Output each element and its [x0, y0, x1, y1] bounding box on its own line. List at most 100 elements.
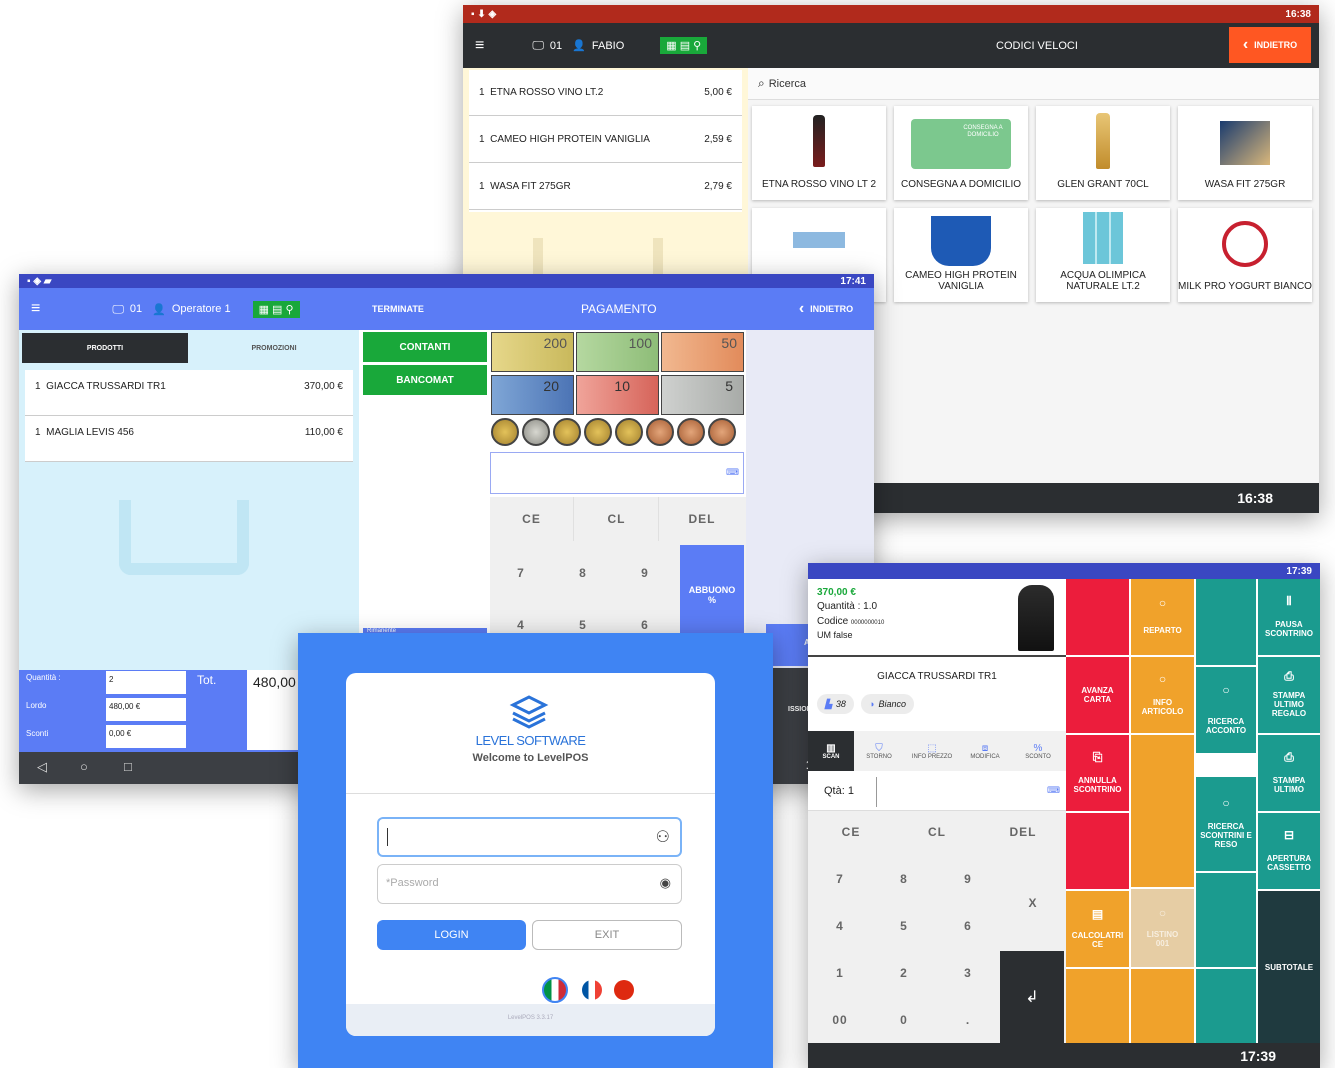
search-bar[interactable]: ⌕ Ricerca: [748, 68, 1319, 100]
sync-icons[interactable]: ▦ ▤ ⚲: [660, 37, 708, 54]
red-button-blank-2[interactable]: [1066, 813, 1129, 889]
keyboard-icon[interactable]: ⌨: [726, 467, 739, 478]
key-7[interactable]: 7: [490, 549, 552, 597]
order-line[interactable]: 1 GIACCA TRUSSARDI TR1 370,00 €: [25, 370, 353, 416]
key-4[interactable]: 4: [808, 904, 872, 948]
terminate-button[interactable]: TERMINATE: [372, 304, 424, 314]
product-tile[interactable]: CAMEO HIGH PROTEIN VANIGLIA: [894, 208, 1028, 302]
menu-icon[interactable]: ≡: [31, 300, 40, 318]
product-tile[interactable]: ETNA ROSSO VINO LT 2: [752, 106, 886, 200]
key-0[interactable]: 0: [872, 998, 936, 1042]
product-tile[interactable]: CONSEGNA A DOMICILIO CONSEGNA A DOMICILI…: [894, 106, 1028, 200]
ricerca-scontrini-button[interactable]: ○ RICERCA SCONTRINI E RESO: [1196, 777, 1256, 871]
info-articolo-button[interactable]: ○ INFO ARTICOLO: [1131, 657, 1194, 733]
username-input[interactable]: ⚇: [377, 817, 682, 857]
teal-button-blank-3[interactable]: [1196, 969, 1256, 1043]
order-line[interactable]: 1 WASA FIT 275GR 2,79 €: [469, 164, 742, 210]
stampa-ultimo-regalo-button[interactable]: ⎙ STAMPA ULTIMO REGALO: [1258, 657, 1320, 733]
tab-sconto[interactable]: % SCONTO: [1010, 731, 1066, 771]
flag-france-icon[interactable]: [582, 980, 602, 1000]
keyboard-icon[interactable]: ⌨: [1047, 785, 1060, 796]
listino-button[interactable]: ○ LISTINO 001: [1131, 889, 1194, 967]
coin-5-cent[interactable]: [646, 418, 674, 446]
product-tile[interactable]: WASA FIT 275GR: [1178, 106, 1312, 200]
abbuono-button[interactable]: ABBUONO %: [680, 545, 744, 645]
key-6[interactable]: 6: [936, 904, 1000, 948]
multiply-key[interactable]: X: [1000, 857, 1066, 949]
orange-button-blank-3[interactable]: [1131, 735, 1194, 887]
key-2[interactable]: 2: [872, 951, 936, 995]
key-5[interactable]: 5: [872, 904, 936, 948]
reparto-button[interactable]: ○ REPARTO: [1131, 579, 1194, 655]
delete-key[interactable]: DEL: [660, 497, 744, 541]
flag-china-icon[interactable]: [614, 980, 634, 1000]
orange-button-blank-2[interactable]: [1066, 969, 1129, 1043]
clear-all-key[interactable]: CL: [575, 497, 659, 541]
back-button[interactable]: ‹ INDIETRO: [786, 296, 866, 322]
ricerca-acconto-button[interactable]: ○ RICERCA ACCONTO: [1196, 667, 1256, 753]
coin-50-cent[interactable]: [553, 418, 581, 446]
recent-nav-icon[interactable]: □: [124, 759, 132, 774]
orange-button-blank-4[interactable]: [1131, 969, 1194, 1043]
order-line[interactable]: 1 CAMEO HIGH PROTEIN VANIGLIA 2,59 €: [469, 117, 742, 163]
key-9[interactable]: 9: [936, 857, 1000, 901]
banknote-10[interactable]: 10: [576, 375, 659, 415]
tab-products[interactable]: PRODOTTI: [22, 333, 188, 363]
cash-button[interactable]: CONTANTI: [363, 332, 487, 362]
eye-icon[interactable]: ◉: [660, 875, 671, 891]
teal-button-blank[interactable]: [1196, 579, 1256, 665]
annulla-scontrino-button[interactable]: ⎘ ANNULLA SCONTRINO: [1066, 735, 1129, 811]
card-button[interactable]: BANCOMAT: [363, 365, 487, 395]
order-line[interactable]: 1 MAGLIA LEVIS 456 110,00 €: [25, 416, 353, 462]
amount-input[interactable]: ⌨: [490, 452, 744, 494]
tab-storno[interactable]: ⛉ STORNO: [854, 731, 904, 771]
red-button-blank[interactable]: [1066, 579, 1129, 655]
pausa-scontrino-button[interactable]: Ⅱ PAUSA SCONTRINO: [1258, 579, 1320, 655]
delete-key[interactable]: DEL: [980, 811, 1066, 853]
color-chip[interactable]: ◑ Bianco: [861, 694, 914, 714]
tab-scan[interactable]: ▥ SCAN: [808, 731, 854, 771]
coin-1-euro[interactable]: [522, 418, 550, 446]
coin-2-cent[interactable]: [677, 418, 705, 446]
product-tile[interactable]: GLEN GRANT 70CL: [1036, 106, 1170, 200]
order-line[interactable]: 1 ETNA ROSSO VINO LT.2 5,00 €: [469, 70, 742, 116]
calcolatrice-button[interactable]: ▤ CALCOLATRI CE: [1066, 891, 1129, 967]
back-button[interactable]: ‹ INDIETRO: [1229, 27, 1311, 63]
coin-20-cent[interactable]: [584, 418, 612, 446]
product-tile[interactable]: MILK PRO YOGURT BIANCO: [1178, 208, 1312, 302]
stampa-ultimo-button[interactable]: ⎙ STAMPA ULTIMO: [1258, 735, 1320, 811]
key-8[interactable]: 8: [552, 549, 614, 597]
key-1[interactable]: 1: [808, 951, 872, 995]
home-nav-icon[interactable]: ○: [80, 759, 88, 774]
clear-entry-key[interactable]: CE: [808, 811, 894, 853]
key-9[interactable]: 9: [614, 549, 676, 597]
tab-modifica[interactable]: ⧈ MODIFICA: [960, 731, 1010, 771]
coin-10-cent[interactable]: [615, 418, 643, 446]
sconti-field[interactable]: 0,00 €: [106, 725, 186, 748]
banknote-5[interactable]: 5: [661, 375, 744, 415]
banknote-50[interactable]: 50: [661, 332, 744, 372]
decimal-key[interactable]: .: [936, 998, 1000, 1042]
banknote-200[interactable]: 200: [491, 332, 574, 372]
key-3[interactable]: 3: [936, 951, 1000, 995]
enter-key[interactable]: ↲: [1000, 951, 1064, 1043]
size-chip[interactable]: ▙ 38: [817, 694, 854, 714]
coin-2-euro[interactable]: [491, 418, 519, 446]
banknote-20[interactable]: 20: [491, 375, 574, 415]
banknote-100[interactable]: 100: [576, 332, 659, 372]
product-tile[interactable]: ACQUA OLIMPICA NATURALE LT.2: [1036, 208, 1170, 302]
tab-info-prezzo[interactable]: ⬚ INFO PREZZO: [904, 731, 960, 771]
qty-field[interactable]: 2: [106, 671, 186, 694]
clear-all-key[interactable]: CL: [894, 811, 980, 853]
exit-button[interactable]: EXIT: [532, 920, 682, 950]
apertura-cassetto-button[interactable]: ⊟ APERTURA CASSETTO: [1258, 813, 1320, 889]
key-7[interactable]: 7: [808, 857, 872, 901]
teal-button-blank-2[interactable]: [1196, 873, 1256, 967]
sync-icons[interactable]: ▦ ▤ ⚲: [252, 300, 300, 318]
menu-icon[interactable]: ≡: [475, 37, 484, 55]
subtotale-button[interactable]: SUBTOTALE: [1258, 891, 1320, 1043]
key-00[interactable]: 00: [808, 998, 872, 1042]
qty-input[interactable]: Qtà: 1 ⌨: [808, 773, 1066, 811]
tab-promotions[interactable]: PROMOZIONI: [191, 333, 357, 363]
flag-italy-icon[interactable]: [542, 977, 568, 1003]
